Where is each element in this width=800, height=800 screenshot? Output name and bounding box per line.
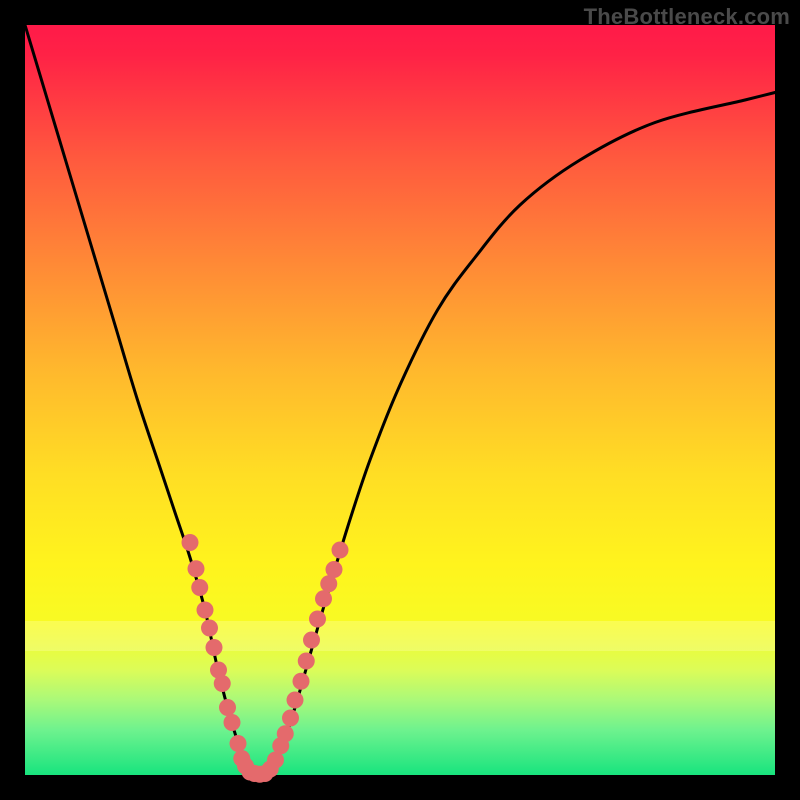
data-dot: [298, 653, 315, 670]
data-dot: [191, 579, 208, 596]
data-dot: [293, 673, 310, 690]
curve-plot: [25, 25, 775, 775]
data-dot: [219, 699, 236, 716]
data-dot: [287, 692, 304, 709]
data-dots: [182, 534, 349, 783]
data-dot: [309, 611, 326, 628]
data-dot: [282, 710, 299, 727]
bottleneck-curve: [25, 25, 775, 778]
data-dot: [315, 590, 332, 607]
data-dot: [188, 560, 205, 577]
data-dot: [197, 602, 214, 619]
data-dot: [201, 620, 218, 637]
data-dot: [303, 632, 320, 649]
data-dot: [214, 675, 231, 692]
data-dot: [206, 639, 223, 656]
curve-path: [25, 25, 775, 778]
data-dot: [182, 534, 199, 551]
data-dot: [230, 735, 247, 752]
data-dot: [332, 542, 349, 559]
data-dot: [277, 725, 294, 742]
data-dot: [224, 714, 241, 731]
data-dot: [326, 561, 343, 578]
